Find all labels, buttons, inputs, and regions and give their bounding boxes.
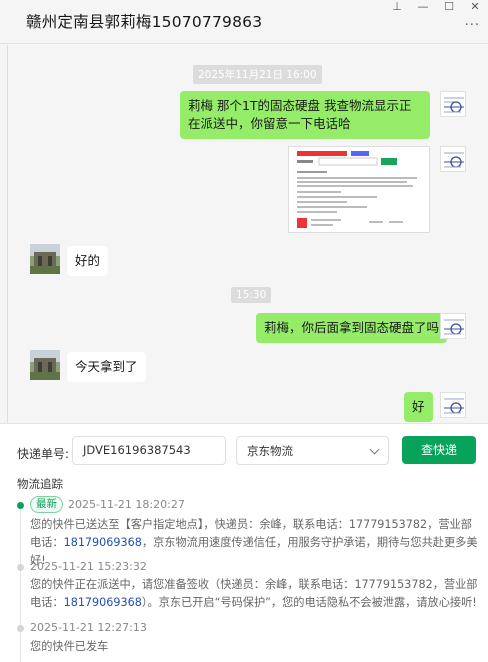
timestamp: 15:30: [231, 287, 272, 303]
timeline-dot: [17, 625, 24, 632]
avatar-contact[interactable]: [30, 244, 60, 274]
chat-title: 赣州定南县郭莉梅15070779863: [26, 13, 263, 31]
close-icon[interactable]: ✕: [462, 0, 488, 16]
phone-link[interactable]: 18179069368: [64, 536, 142, 549]
avatar-self-image: [441, 147, 465, 171]
timeline-dot: [17, 564, 24, 571]
message-bubble-sent[interactable]: 莉梅，你后面拿到固态硬盘了吗: [256, 313, 448, 343]
message-bubble-received[interactable]: 好的: [67, 246, 109, 276]
carrier-select-value: 京东物流: [247, 444, 293, 458]
avatar-self-image: [441, 314, 465, 338]
timestamp: 2025年11月21日 16:00: [193, 65, 322, 84]
divider: [7, 45, 8, 423]
avatar-self[interactable]: [440, 392, 466, 418]
avatar-self[interactable]: [440, 91, 466, 117]
pin-icon[interactable]: ⊥: [384, 0, 410, 16]
event-text: ）。京东已开启“号码保护”，您的电话隐私不会被泄露，请放心接听!: [141, 596, 477, 609]
minimize-icon[interactable]: —: [410, 0, 436, 16]
latest-badge: 最新: [30, 496, 63, 513]
query-tracking-button[interactable]: 查快递: [402, 436, 476, 464]
screenshot-thumbnail: [289, 147, 429, 232]
event-text: 您的快件已发车: [30, 640, 109, 653]
avatar-contact-image: [30, 244, 60, 274]
tracking-number-input[interactable]: JDVE16196387543: [72, 436, 226, 465]
shared-screenshot-image[interactable]: [288, 146, 430, 233]
message-bubble-received[interactable]: 今天拿到了: [67, 352, 146, 382]
avatar-self-image: [441, 393, 465, 417]
avatar-self-image: [441, 92, 465, 116]
timeline-line: [20, 504, 21, 662]
event-time: 2025-11-21 12:27:13: [30, 621, 147, 634]
more-options-icon[interactable]: ···: [465, 18, 480, 33]
maximize-icon[interactable]: ☐: [436, 0, 462, 16]
message-bubble-sent[interactable]: 莉梅 那个1T的固态硬盘 我查物流显示正在派送中，你留意一下电话哈: [180, 91, 430, 139]
chat-area: 2025年11月21日 16:00 莉梅 那个1T的固态硬盘 我查物流显示正在派…: [0, 45, 488, 423]
message-bubble-sent[interactable]: 好: [404, 392, 433, 422]
event-time: 2025-11-21 18:20:27: [68, 498, 185, 511]
title-bar: 赣州定南县郭莉梅15070779863 ⊥ — ☐ ✕ ···: [0, 0, 488, 44]
event-description: 您的快件已发车: [30, 638, 480, 656]
timeline-dot-active: [17, 502, 24, 509]
avatar-self[interactable]: [440, 313, 466, 339]
avatar-self[interactable]: [440, 146, 466, 172]
event-time: 2025-11-21 15:23:32: [30, 560, 147, 573]
phone-link[interactable]: 18179069368: [64, 596, 142, 609]
chevron-down-icon: [369, 444, 380, 455]
avatar-contact[interactable]: [30, 350, 60, 380]
avatar-contact-image: [30, 350, 60, 380]
event-description: 您的快件正在派送中，请您准备签收（快递员：余峰，联系电话：17779153782…: [30, 576, 480, 612]
section-title: 物流追踪: [17, 477, 63, 491]
carrier-select[interactable]: 京东物流: [236, 436, 389, 465]
tracking-number-label: 快递单号:: [17, 447, 70, 461]
tracking-panel: 快递单号: JDVE16196387543 京东物流 查快递 物流追踪 最新 2…: [0, 423, 488, 662]
